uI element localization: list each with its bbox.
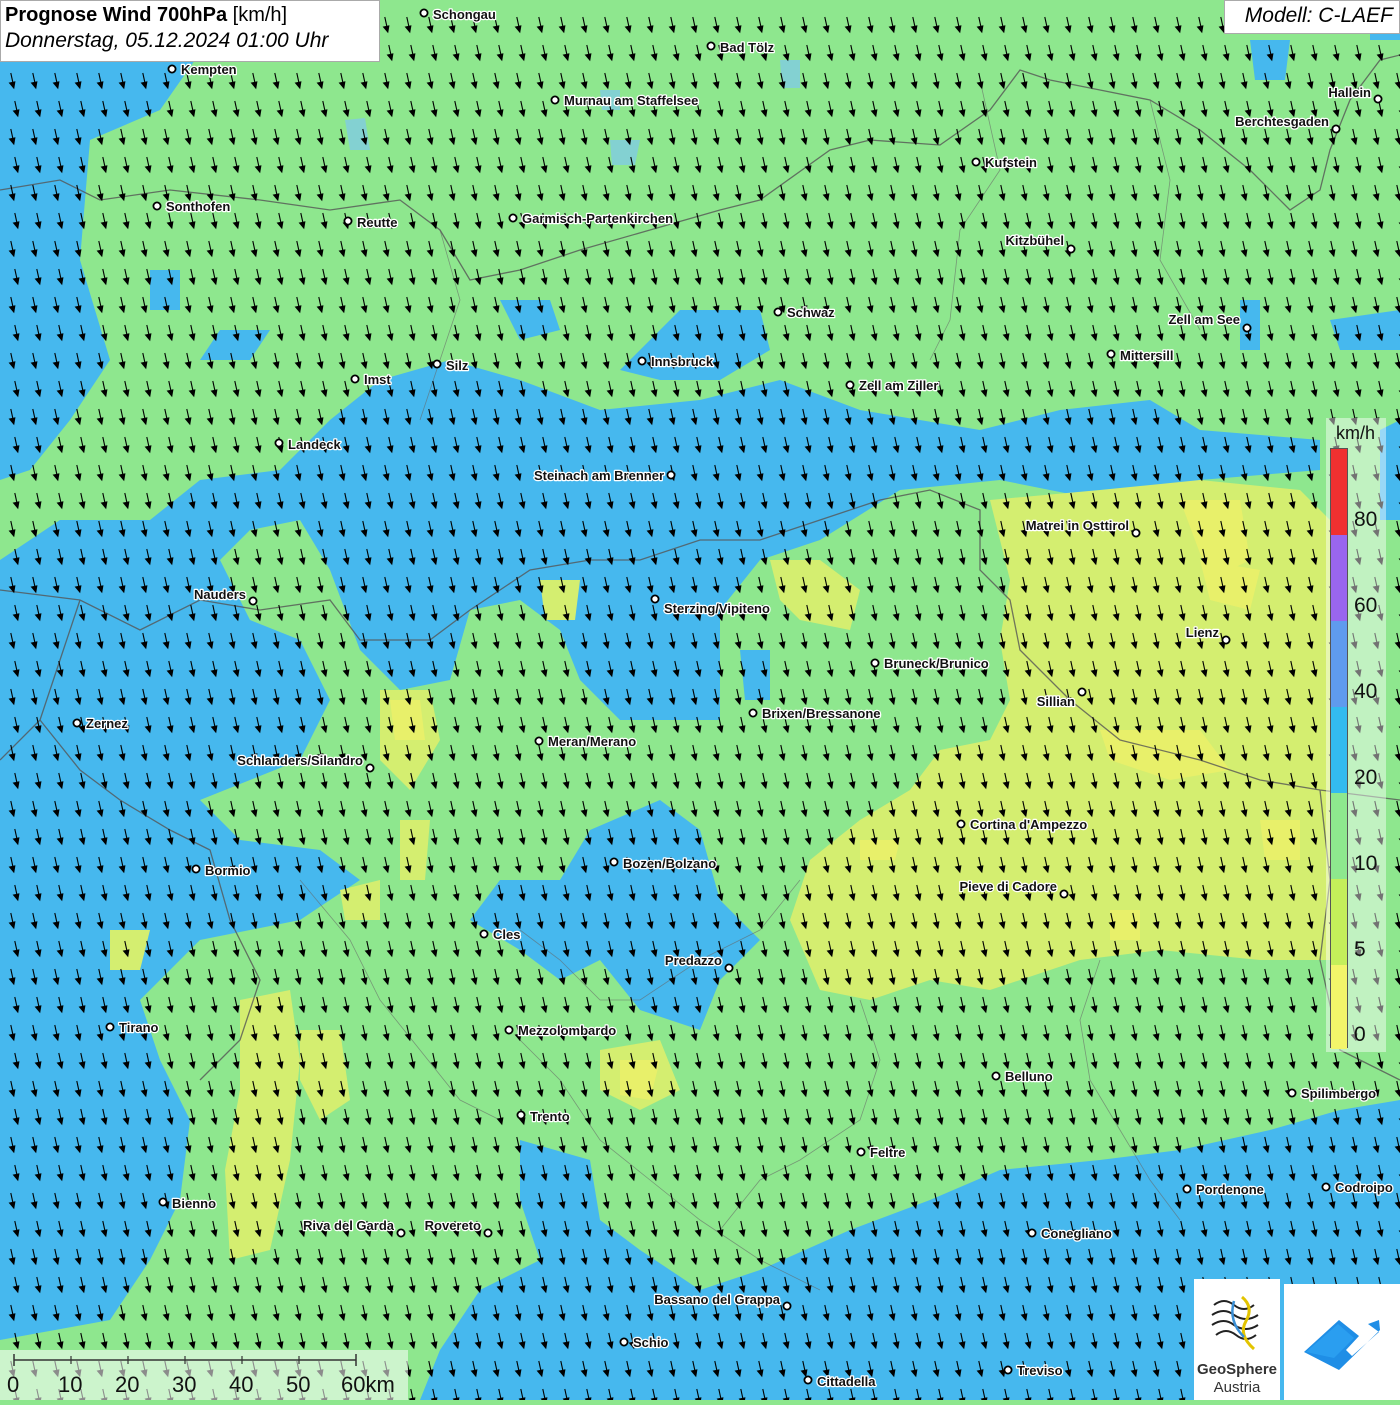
wind-map: SchongauBad TölzKemptenMurnau am Staffel…	[0, 0, 1400, 1400]
